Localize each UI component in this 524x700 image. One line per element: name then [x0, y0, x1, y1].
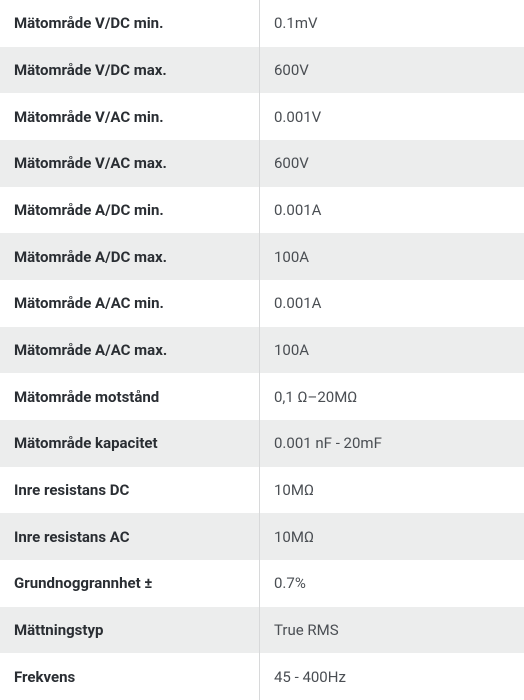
table-row: Grundnoggrannhet ± 0.7%: [0, 560, 524, 607]
table-row: Mätområde V/AC min. 0.001V: [0, 93, 524, 140]
spec-label: Mätområde V/AC min.: [0, 93, 260, 140]
spec-value: 0.7%: [260, 574, 524, 592]
spec-label: Inre resistans DC: [0, 467, 260, 514]
spec-value: 0.001A: [260, 201, 524, 219]
spec-value: 10MΩ: [260, 528, 524, 546]
spec-value: 0,1 Ω–20MΩ: [260, 388, 524, 406]
spec-label: Mätområde V/AC max.: [0, 140, 260, 187]
spec-label: Grundnoggrannhet ±: [0, 560, 260, 607]
spec-value: 45 - 400Hz: [260, 668, 524, 686]
spec-value: True RMS: [260, 621, 524, 639]
table-row: Mätområde A/AC max. 100A: [0, 327, 524, 374]
table-row: Mätområde motstånd 0,1 Ω–20MΩ: [0, 373, 524, 420]
table-row: Mätområde V/DC max. 600V: [0, 47, 524, 94]
spec-value: 0.1mV: [260, 14, 524, 32]
spec-value: 0.001V: [260, 108, 524, 126]
spec-value: 100A: [260, 341, 524, 359]
table-row: Mätområde kapacitet 0.001 nF - 20mF: [0, 420, 524, 467]
spec-label: Mätområde A/DC max.: [0, 233, 260, 280]
table-row: Inre resistans AC 10MΩ: [0, 513, 524, 560]
spec-label: Mätområde kapacitet: [0, 420, 260, 467]
spec-label: Mättningstyp: [0, 607, 260, 654]
table-row: Mätområde A/DC min. 0.001A: [0, 187, 524, 234]
spec-label: Mätområde A/DC min.: [0, 187, 260, 234]
spec-value: 10MΩ: [260, 481, 524, 499]
spec-value: 600V: [260, 154, 524, 172]
spec-value: 100A: [260, 248, 524, 266]
spec-label: Mätområde V/DC min.: [0, 0, 260, 47]
table-row: Frekvens 45 - 400Hz: [0, 653, 524, 700]
spec-label: Mätområde motstånd: [0, 373, 260, 420]
spec-label: Mätområde A/AC min.: [0, 280, 260, 327]
spec-label: Frekvens: [0, 653, 260, 700]
spec-value: 0.001A: [260, 294, 524, 312]
spec-value: 0.001 nF - 20mF: [260, 434, 524, 452]
table-row: Mätområde A/DC max. 100A: [0, 233, 524, 280]
spec-label: Inre resistans AC: [0, 513, 260, 560]
table-row: Mätområde V/AC max. 600V: [0, 140, 524, 187]
spec-label: Mätområde V/DC max.: [0, 47, 260, 94]
table-row: Mättningstyp True RMS: [0, 607, 524, 654]
spec-table: Mätområde V/DC min. 0.1mV Mätområde V/DC…: [0, 0, 524, 700]
table-row: Inre resistans DC 10MΩ: [0, 467, 524, 514]
spec-label: Mätområde A/AC max.: [0, 327, 260, 374]
spec-value: 600V: [260, 61, 524, 79]
table-row: Mätområde V/DC min. 0.1mV: [0, 0, 524, 47]
table-row: Mätområde A/AC min. 0.001A: [0, 280, 524, 327]
